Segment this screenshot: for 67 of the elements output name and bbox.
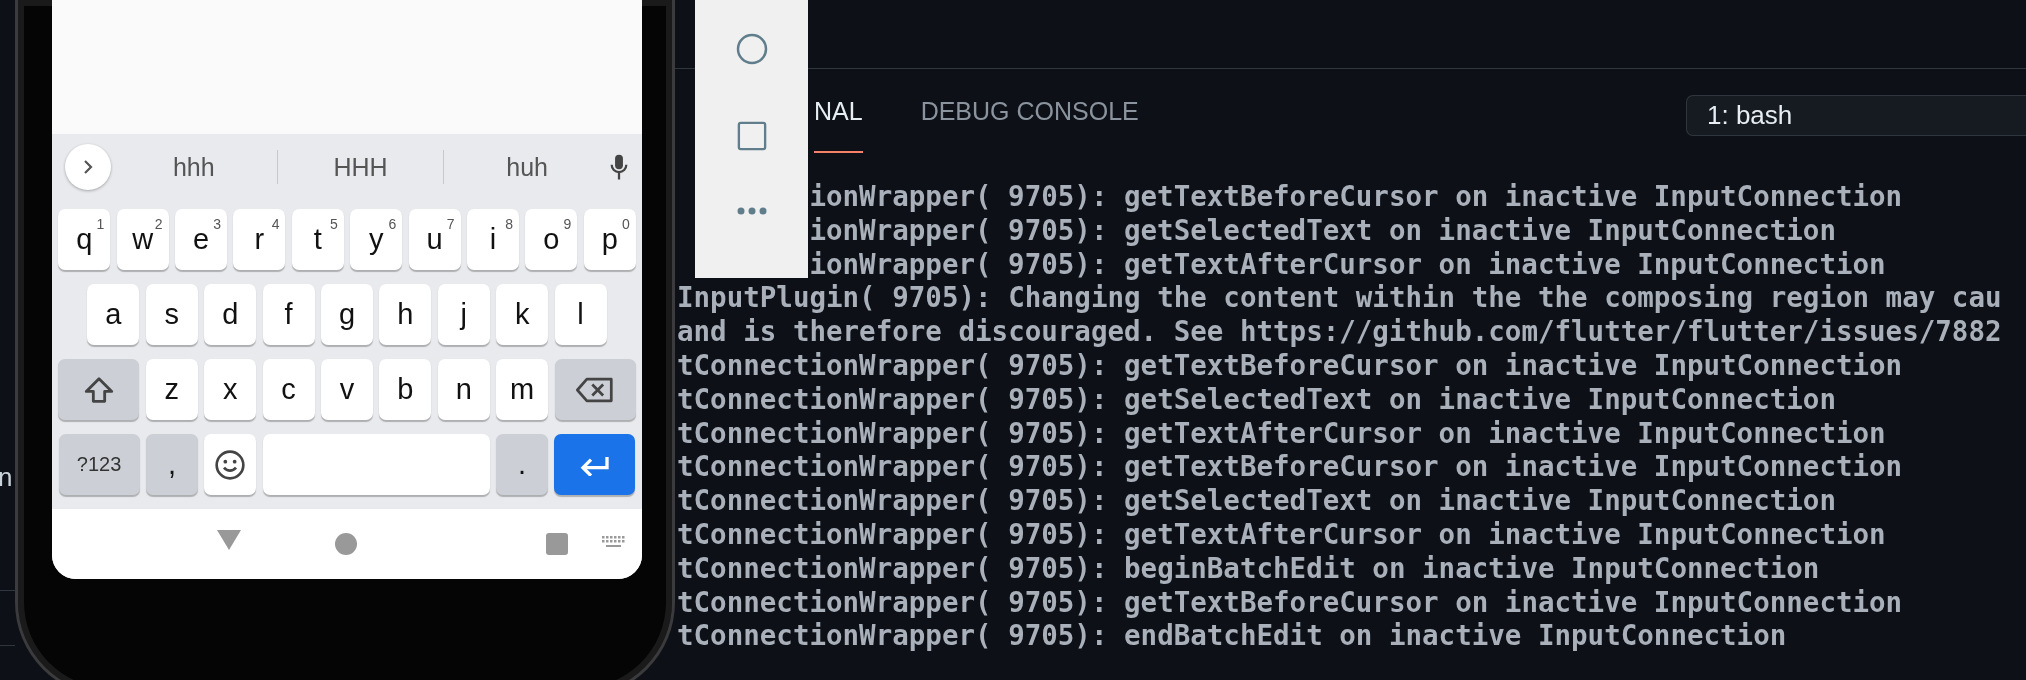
key[interactable]: o$^{9}$ [525, 209, 578, 270]
backspace-icon [576, 375, 615, 404]
key[interactable]: l [554, 284, 607, 345]
more-icon [736, 207, 767, 215]
key[interactable]: p$^{0}$ [583, 209, 636, 270]
log-line: tConnectionWrapper( 9705): getTextBeforeCursor on inactive InputConnection [677, 349, 1904, 383]
key[interactable]: u$^{7}$ [408, 209, 461, 270]
key[interactable]: n [437, 359, 490, 420]
log-line: tConnectionWrapper( 9705): getTextAfterCursor on inactive InputConnection [677, 416, 1887, 451]
log-line: and is therefore discouraged. See https://github.com/flutter/flutter/issues/7882 [677, 315, 2003, 349]
shift-key[interactable] [58, 359, 140, 420]
log-line: tConnectionWrapper( 9705): getSelectedText on inactive InputConnection [677, 382, 1837, 417]
back-icon[interactable] [216, 529, 242, 551]
key[interactable]: i $^{8}$ [467, 209, 519, 270]
log-line: ionWrapper( 9705): getTextAfterCursor on inactive InputConnection [809, 247, 1887, 282]
more-button[interactable] [736, 207, 767, 215]
log-line: tConnectionWrapper( 9705): beginBatchEdit on inactive InputConnection [677, 551, 1821, 586]
key[interactable]: c [262, 359, 315, 420]
key[interactable]: s [145, 284, 198, 345]
key[interactable]: y $^{6}$ [350, 209, 403, 270]
enter-key[interactable] [554, 434, 636, 495]
key[interactable]: g [321, 284, 373, 345]
suggestion-chip[interactable]: hhh [111, 148, 277, 186]
log-line: tConnectionWrapper( 9705): getTextBeforeCursor on inactive InputConnection [677, 585, 1904, 620]
key[interactable]: d [204, 284, 257, 345]
log-line: tConnectionWrapper( 9705): getTextBeforeCursor on inactive InputConnection [677, 450, 1904, 485]
key[interactable]: k [496, 284, 549, 345]
log-line: tConnectionWrapper( 9705): getTextAfterCursor on inactive InputConnection [677, 517, 1887, 552]
key[interactable]: v [321, 359, 373, 420]
square-icon [736, 121, 767, 151]
editor-text: n [0, 462, 13, 493]
key[interactable]: f [262, 284, 315, 345]
key[interactable]: . [496, 434, 549, 495]
terminal-select[interactable]: 1: bash [1686, 94, 2026, 136]
key[interactable]: , [145, 434, 198, 495]
backspace-key[interactable] [554, 359, 636, 420]
log-line: InputPlugin( 9705): Changing the content within the the composing region may cau [677, 281, 2003, 316]
key[interactable]: x [204, 359, 257, 420]
key[interactable]: w$^{2}$ [116, 209, 169, 270]
log-line: ionWrapper( 9705): getTextBeforeCursor on inactive InputConnection [809, 180, 1904, 214]
key[interactable]: j [437, 284, 490, 345]
home-icon[interactable] [335, 533, 357, 555]
smiley-icon [214, 448, 247, 481]
suggestion-chip[interactable]: huh [444, 148, 610, 186]
overview-button[interactable] [736, 121, 767, 151]
symbols-key[interactable]: ?123 [58, 434, 140, 495]
key[interactable]: h [379, 284, 432, 345]
keyboard-icon[interactable] [602, 536, 626, 550]
chevron-icon [82, 159, 94, 175]
log-line: ionWrapper( 9705): getSelectedText on inactive InputConnection [809, 213, 1837, 248]
key[interactable]: z [145, 359, 198, 420]
key[interactable]: m [496, 359, 549, 420]
panel-tab[interactable]: NAL [814, 69, 863, 153]
emoji-key[interactable] [204, 434, 257, 495]
key[interactable]: e$^{3}$ [175, 209, 228, 270]
panel-tab[interactable]: DEBUG CONSOLE [920, 69, 1139, 153]
circle-icon [735, 33, 768, 65]
key[interactable]: q$^{1}$ [58, 209, 111, 270]
microphone-icon[interactable] [610, 152, 628, 182]
key[interactable]: t $^{5}$ [291, 209, 344, 270]
power-button[interactable] [735, 33, 768, 65]
log-line: tConnectionWrapper( 9705): endBatchEdit on inactive InputConnection [677, 619, 1788, 654]
key[interactable]: r $^{4}$ [233, 209, 286, 270]
key[interactable]: b [379, 359, 432, 420]
suggestion-chip[interactable]: HHH [277, 148, 444, 186]
log-line: tConnectionWrapper( 9705): getSelectedText on inactive InputConnection [677, 484, 1837, 518]
key[interactable]: a [87, 284, 140, 345]
